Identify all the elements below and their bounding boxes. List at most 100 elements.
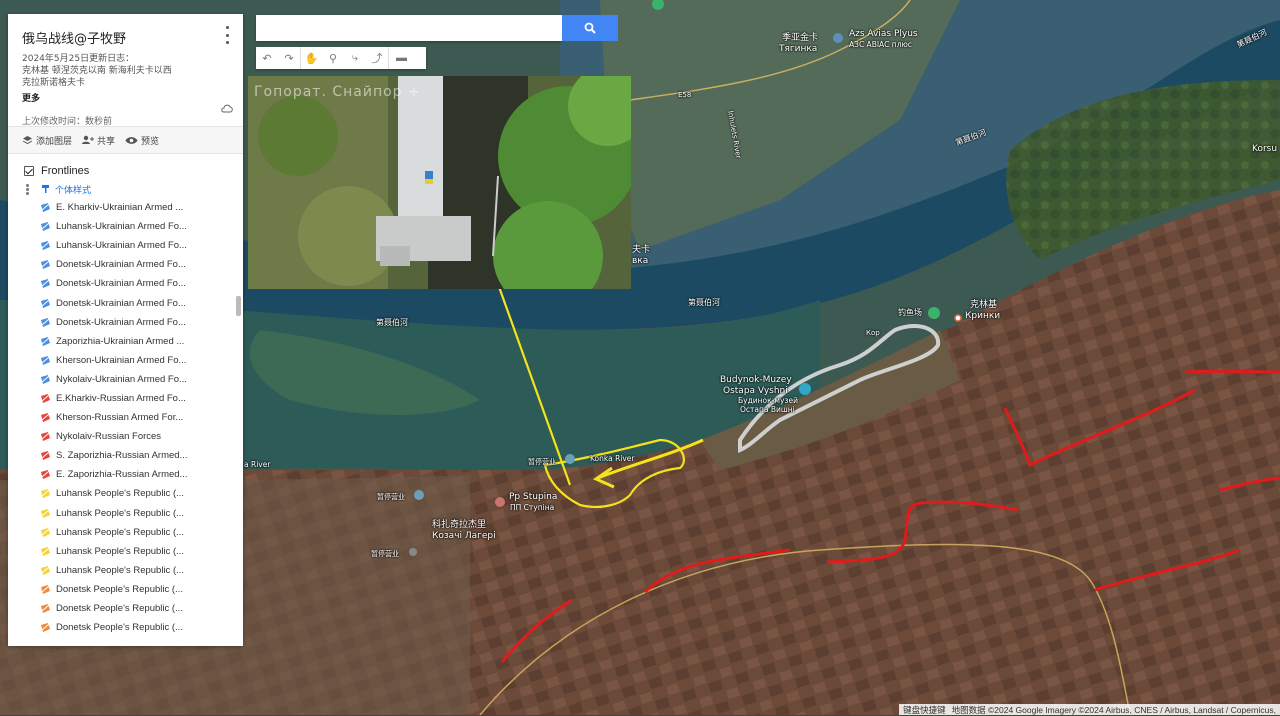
more-options-icon[interactable] [221,26,233,44]
map-label-closed-2: 暂停营业 [377,493,405,501]
map-data-attribution: 地图数据 ©2024 Google Imagery ©2024 Airbus, … [951,704,1276,715]
feature-item[interactable]: S. Zaporizhia-Russian Armed... [8,446,243,465]
feature-label: Kherson-Ukrainian Armed Fo... [56,354,187,366]
attribution-bar: 键盘快捷键 地图数据 ©2024 Google Imagery ©2024 Ai… [899,704,1280,715]
map-label-stupina-ua: ПП Ступіна [510,503,555,512]
layer-frontlines[interactable]: Frontlines [8,162,243,180]
layer-title: Frontlines [41,165,90,177]
line-style-icon[interactable] [40,317,51,328]
paint-roller-icon [42,185,49,193]
style-label: 个体样式 [55,185,92,196]
feature-item[interactable]: Luhansk People's Republic (... [8,523,243,542]
panel-actions: 添加图层 共享 预览 [8,126,243,154]
map-label-ostapa: Ostapa Vyshni [723,386,788,396]
feature-item[interactable]: Nykolaiv-Russian Forces [8,427,243,446]
map-title[interactable]: 俄乌战线@子牧野 [22,28,229,47]
line-style-icon[interactable] [40,412,51,423]
line-style-icon[interactable] [40,622,51,633]
preview-label: 预览 [141,136,160,147]
more-link[interactable]: 更多 [22,91,229,104]
scrollbar[interactable] [236,296,241,316]
map-label-kvka-ua: вка [632,256,649,266]
line-style-icon[interactable] [40,546,51,557]
feature-item[interactable]: Nykolaiv-Ukrainian Armed Fo... [8,370,243,389]
map-label-river-left: a River [244,460,271,469]
feature-label: Donetsk-Ukrainian Armed Fo... [56,259,186,271]
search-button[interactable] [562,15,618,41]
draw-line-icon[interactable]: ⤷ [344,47,366,69]
feature-item[interactable]: Donetsk People's Republic (... [8,618,243,637]
share-button[interactable]: 共享 [82,134,115,147]
cloud-saved-icon [221,104,233,113]
map-label-tyahynka: Тягинка [779,44,818,54]
preview-button[interactable]: 预览 [125,134,159,147]
map-label-kor: Кор [866,329,880,337]
layer-list: Frontlines 个体样式 E. Kharkiv-Ukrainian Arm… [8,154,243,634]
desc-line-2: 克林基 顿涅茨克以南 新海利夫卡以西 [22,66,172,76]
layer-options-icon[interactable] [26,183,29,195]
feature-item[interactable]: Donetsk People's Republic (... [8,599,243,618]
feature-item[interactable]: Luhansk-Ukrainian Armed Fo... [8,217,243,236]
search-icon [584,22,596,34]
ruler-icon[interactable]: ▬ [388,47,414,69]
line-style-icon[interactable] [40,221,51,232]
line-style-icon[interactable] [40,355,51,366]
photo-image [248,76,631,289]
line-style-icon[interactable] [40,565,51,576]
feature-item[interactable]: Zaporizhia-Ukrainian Armed ... [8,332,243,351]
line-style-icon[interactable] [40,202,51,213]
feature-label: Luhansk-Ukrainian Armed Fo... [56,240,187,252]
keyboard-shortcuts-link[interactable]: 键盘快捷键 [903,704,946,716]
feature-item[interactable]: Luhansk-Ukrainian Armed Fo... [8,236,243,255]
feature-item[interactable]: Kherson-Russian Armed For... [8,408,243,427]
feature-item[interactable]: Luhansk People's Republic (... [8,561,243,580]
feature-item[interactable]: Donetsk People's Republic (... [8,580,243,599]
line-style-icon[interactable] [40,259,51,270]
line-style-icon[interactable] [40,393,51,404]
feature-item[interactable]: Luhansk People's Republic (... [8,542,243,561]
map-label-closed-3: 暂停营业 [371,550,399,558]
layer-checkbox[interactable] [24,166,34,176]
line-style-icon[interactable] [40,336,51,347]
line-style-icon[interactable] [40,469,51,480]
feature-item[interactable]: E. Kharkiv-Ukrainian Armed ... [8,198,243,217]
feature-label: Donetsk-Ukrainian Armed Fo... [56,316,186,328]
feature-label: Luhansk People's Republic (... [56,526,185,538]
line-style-icon[interactable] [40,508,51,519]
feature-item[interactable]: E. Zaporizhia-Russian Armed... [8,465,243,484]
line-style-icon[interactable] [40,240,51,251]
individual-style-link[interactable]: 个体样式 [8,180,243,198]
line-style-icon[interactable] [40,450,51,461]
map-label-krynky-cn: 克林基 [970,300,998,310]
undo-icon[interactable]: ↶ [256,47,278,69]
feature-item[interactable]: Donetsk-Ukrainian Armed Fo... [8,255,243,274]
line-style-icon[interactable] [40,431,51,442]
feature-label: E.Kharkiv-Russian Armed Fo... [56,392,186,404]
search-input[interactable] [256,15,562,41]
directions-icon[interactable]: ⤴ [366,47,388,69]
line-style-icon[interactable] [40,527,51,538]
line-style-icon[interactable] [40,488,51,499]
marker-icon[interactable]: ⚲ [322,47,344,69]
drone-photo[interactable]: Гопорат. Снайпор + [248,76,631,289]
hand-icon[interactable]: ✋ [300,47,322,69]
feature-item[interactable]: Donetsk-Ukrainian Armed Fo... [8,293,243,312]
feature-item[interactable]: Donetsk-Ukrainian Armed Fo... [8,313,243,332]
line-style-icon[interactable] [40,603,51,614]
line-style-icon[interactable] [40,584,51,595]
map-label-azs-ua: АЗС АВІАС плюс [849,40,912,49]
line-style-icon[interactable] [40,298,51,309]
feature-item[interactable]: Luhansk People's Republic (... [8,504,243,523]
feature-item[interactable]: Donetsk-Ukrainian Armed Fo... [8,274,243,293]
map-label-kozachi-cn: 科扎奇拉杰里 [432,520,487,530]
line-style-icon[interactable] [40,374,51,385]
feature-label: Kherson-Russian Armed For... [56,412,184,424]
feature-item[interactable]: Kherson-Ukrainian Armed Fo... [8,351,243,370]
map-label-korsu: Korsu [1252,144,1278,154]
redo-icon[interactable]: ↷ [278,47,300,69]
feature-item[interactable]: E.Kharkiv-Russian Armed Fo... [8,389,243,408]
line-style-icon[interactable] [40,278,51,289]
feature-label: E. Kharkiv-Ukrainian Armed ... [56,202,184,214]
feature-item[interactable]: Luhansk People's Republic (... [8,484,243,503]
add-layer-button[interactable]: 添加图层 [22,134,72,147]
